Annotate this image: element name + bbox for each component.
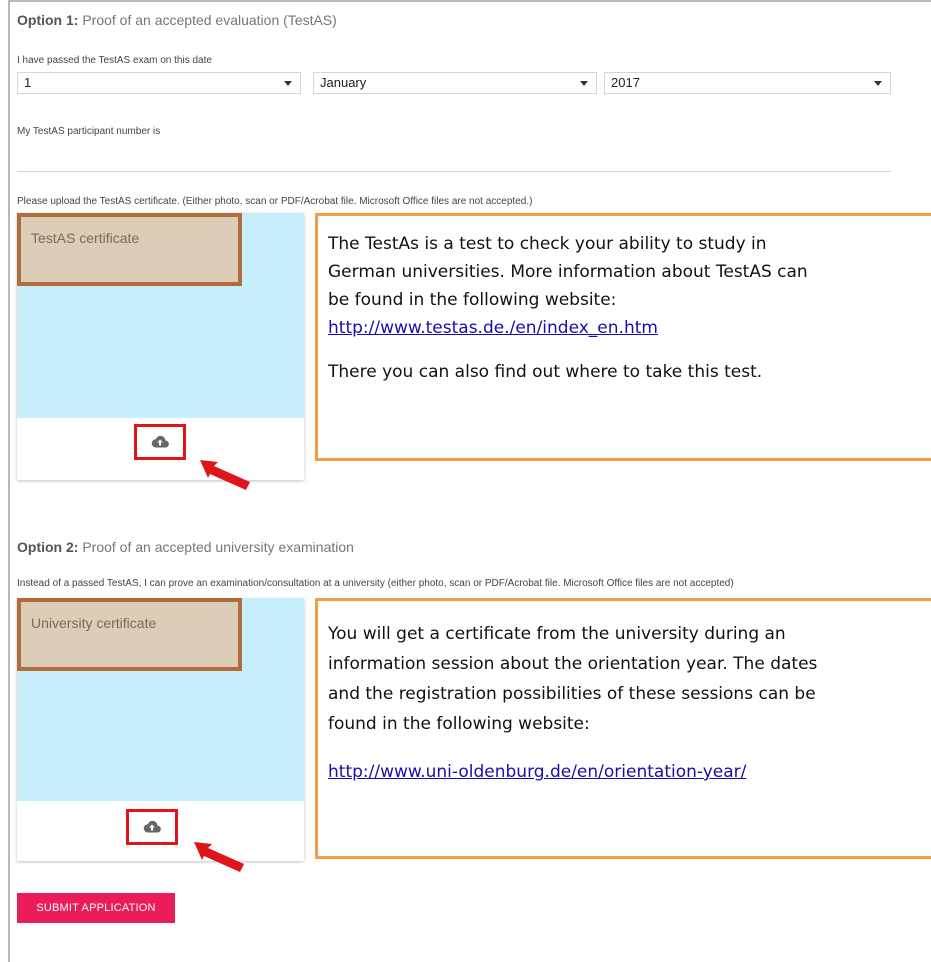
upload-button-1[interactable] [134, 424, 186, 460]
testas-certificate-label: TestAS certificate [17, 213, 242, 286]
month-value: January [320, 75, 367, 90]
year-select[interactable]: 2017 [604, 72, 891, 94]
callout1-line5: There you can also find out where to tak… [328, 362, 763, 382]
option2-heading: Option 2: Proof of an accepted universit… [17, 539, 354, 555]
chevron-down-icon [580, 81, 588, 86]
cloud-upload-icon [151, 435, 169, 448]
upload-prompt-1: Please upload the TestAS certificate. (E… [17, 196, 533, 207]
option2-title: Proof of an accepted university examinat… [82, 539, 354, 555]
option1-title: Proof of an accepted evaluation (TestAS) [82, 12, 337, 28]
chevron-down-icon [284, 81, 292, 86]
university-certificate-label: University certificate [17, 598, 242, 671]
year-value: 2017 [611, 75, 640, 90]
callout1-line3: be found in the following website: [328, 290, 617, 310]
month-select[interactable]: January [313, 72, 597, 94]
day-value: 1 [24, 75, 32, 90]
red-arrow-icon [194, 842, 244, 872]
testas-info-callout: The TestAs is a test to check your abili… [315, 213, 931, 461]
cloud-upload-icon [143, 820, 161, 833]
submit-application-button[interactable]: SUBMIT APPLICATION [17, 893, 175, 923]
callout1-line1: The TestAs is a test to check your abili… [328, 234, 767, 254]
option2-label: Option 2: [17, 539, 79, 555]
uni-oldenburg-website-link[interactable]: http://www.uni-oldenburg.de/en/orientati… [328, 762, 746, 782]
option1-label: Option 1: [17, 12, 79, 28]
university-info-callout: You will get a certificate from the univ… [315, 598, 931, 859]
day-select[interactable]: 1 [17, 72, 301, 94]
upload-prompt-2: Instead of a passed TestAS, I can prove … [17, 578, 734, 589]
callout2-line4: found in the following website: [328, 714, 590, 734]
participant-prompt: My TestAS participant number is [17, 126, 161, 137]
callout2-line2: information session about the orientatio… [328, 654, 818, 674]
callout1-line2: German universities. More information ab… [328, 262, 808, 282]
callout2-line1: You will get a certificate from the univ… [328, 624, 786, 644]
upload-button-2[interactable] [126, 809, 178, 845]
callout2-line3: and the registration possibilities of th… [328, 684, 816, 704]
red-arrow-icon [200, 460, 250, 490]
date-prompt: I have passed the TestAS exam on this da… [17, 55, 212, 66]
option1-heading: Option 1: Proof of an accepted evaluatio… [17, 12, 337, 28]
testas-website-link[interactable]: http://www.testas.de./en/index_en.htm [328, 318, 658, 338]
participant-number-input[interactable] [17, 171, 891, 172]
chevron-down-icon [874, 81, 882, 86]
